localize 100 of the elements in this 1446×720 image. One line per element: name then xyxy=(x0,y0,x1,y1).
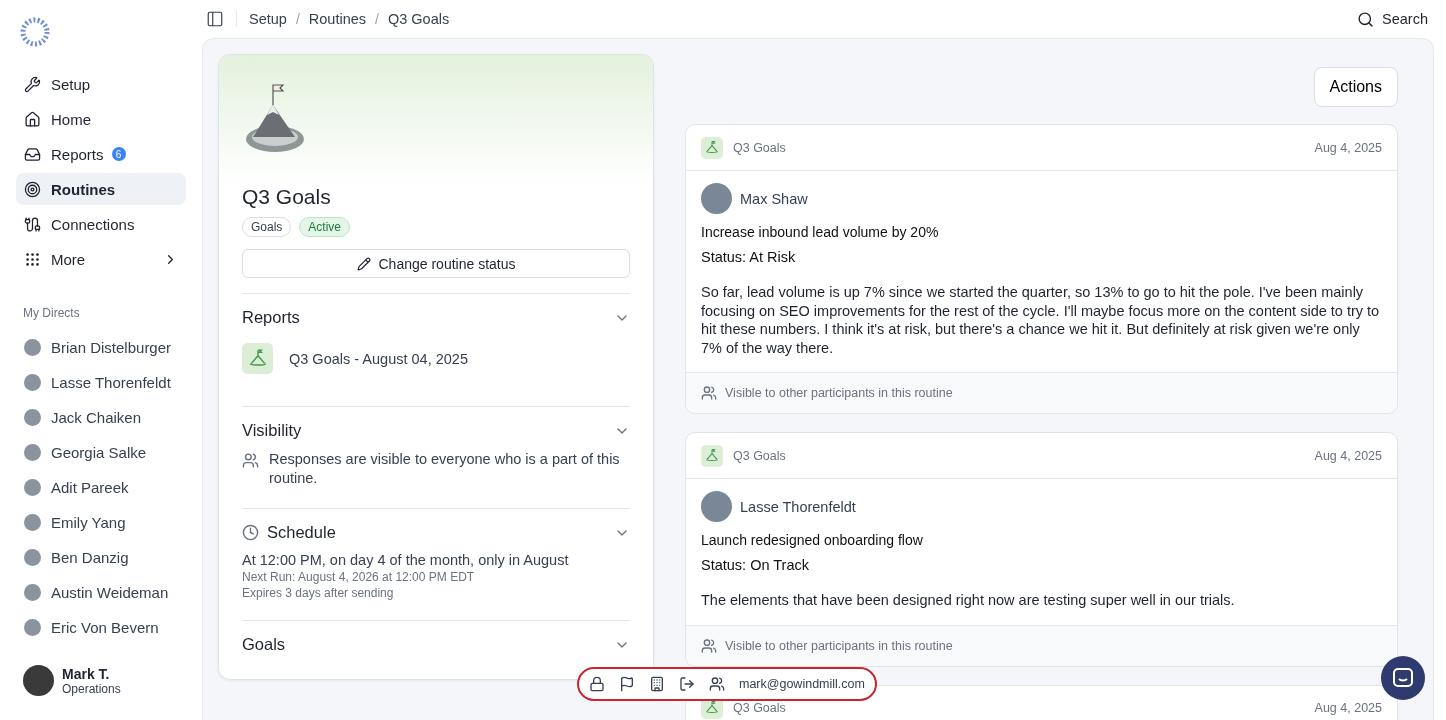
goal-status: Status: At Risk xyxy=(701,249,797,265)
account-email: mark@gowindmill.com xyxy=(739,677,865,691)
person-name: Lasse Thorenfeldt xyxy=(51,374,171,391)
type-tag: Goals xyxy=(242,217,292,237)
direct-report-item[interactable]: Georgia Salke xyxy=(16,435,186,470)
direct-report-item[interactable]: Emily Yang xyxy=(16,505,186,540)
logo-icon[interactable] xyxy=(19,16,51,48)
nav-item[interactable]: Setup xyxy=(16,68,186,100)
response-text: The elements that have been designed right now are testing super well in our trials. xyxy=(701,591,1236,610)
response-date: Aug 4, 2025 xyxy=(1314,448,1382,463)
count-badge: 6 xyxy=(111,147,126,161)
lock-icon[interactable] xyxy=(589,676,605,692)
people-icon xyxy=(701,637,717,654)
section-title: Reports xyxy=(242,308,301,327)
nav-icon xyxy=(24,215,41,233)
nav-item[interactable]: Connections xyxy=(16,208,186,240)
direct-report-item[interactable]: Lasse Thorenfeldt xyxy=(16,365,186,400)
response-date: Aug 4, 2025 xyxy=(1314,701,1382,716)
actions-button[interactable]: Actions xyxy=(1313,67,1398,107)
section-title: Schedule xyxy=(267,523,337,542)
breadcrumb-link[interactable]: Setup xyxy=(249,11,287,27)
avatar xyxy=(24,584,41,601)
person-name: Emily Yang xyxy=(51,514,126,531)
person-name: Jack Chaiken xyxy=(51,409,142,426)
goal-status: Status: On Track xyxy=(701,557,810,574)
section-title: Visibility xyxy=(242,421,303,440)
direct-report-item[interactable]: Jack Chaiken xyxy=(16,400,186,435)
pencil-icon xyxy=(356,256,371,271)
nav-label: Connections xyxy=(51,215,135,233)
person-name: Adit Pareek xyxy=(51,479,129,496)
person-name: Ben Danzig xyxy=(51,549,129,566)
person-name: Georgia Salke xyxy=(51,444,147,461)
chat-button[interactable] xyxy=(1381,656,1425,700)
direct-report-item[interactable]: Austin Weideman xyxy=(16,575,186,610)
author-name: Lasse Thorenfeldt xyxy=(740,498,856,515)
nav-icon xyxy=(24,145,41,163)
schedule-detail: Next Run: August 4, 2026 at 12:00 PM EDT xyxy=(242,570,476,584)
direct-report-item[interactable]: Ben Danzig xyxy=(16,540,186,575)
nav-item[interactable]: Reports 6 xyxy=(16,138,186,170)
routine-name: Q3 Goals xyxy=(733,140,787,155)
routine-title: Q3 Goals xyxy=(242,185,332,209)
goal-title: Launch redesigned onboarding flow xyxy=(701,532,924,549)
section-title: Goals xyxy=(242,635,287,654)
people-icon[interactable] xyxy=(709,676,725,692)
avatar xyxy=(24,514,41,531)
direct-report-item[interactable]: Adit Pareek xyxy=(16,470,186,505)
people-icon xyxy=(242,452,259,469)
sidebar-toggle-icon[interactable] xyxy=(206,10,224,28)
avatar xyxy=(24,409,41,426)
avatar xyxy=(701,491,732,523)
routine-name: Q3 Goals xyxy=(733,701,787,716)
breadcrumb-separator: / xyxy=(375,11,379,27)
nav-item[interactable]: Home xyxy=(16,103,186,135)
schedule-text: At 12:00 PM, on day 4 of the month, only in August xyxy=(242,552,570,568)
logout-icon[interactable] xyxy=(679,676,695,692)
nav-label: Home xyxy=(51,110,91,128)
nav-label: Reports xyxy=(51,145,104,163)
person-name: Eric Von Bevern xyxy=(51,619,159,636)
search-button[interactable]: Search xyxy=(1351,9,1434,29)
visibility-note: Visible to other participants in this routine xyxy=(725,386,953,401)
person-name: Brian Distelburger xyxy=(51,339,172,356)
search-icon xyxy=(1357,10,1375,28)
nav-icon xyxy=(24,180,41,198)
change-status-button[interactable]: Change routine status xyxy=(242,249,630,278)
avatar xyxy=(701,183,732,214)
user-avatar[interactable] xyxy=(23,665,54,696)
chat-icon xyxy=(1392,667,1414,689)
avatar xyxy=(24,339,41,356)
nav-icon xyxy=(24,75,41,93)
response-date: Aug 4, 2025 xyxy=(1314,140,1382,155)
person-name: Austin Weideman xyxy=(51,584,169,601)
flag-icon[interactable] xyxy=(619,676,635,692)
people-icon xyxy=(701,385,717,402)
avatar xyxy=(24,479,41,496)
avatar xyxy=(24,619,41,636)
nav-icon xyxy=(24,110,41,128)
direct-report-item[interactable]: Eric Von Bevern xyxy=(16,610,186,645)
breadcrumb-link[interactable]: Q3 Goals xyxy=(387,11,450,27)
goal-title: Increase inbound lead volume by 20% xyxy=(701,224,940,240)
building-icon[interactable] xyxy=(649,676,665,692)
breadcrumb-separator: / xyxy=(295,11,300,27)
report-link[interactable]: Q3 Goals - August 04, 2025 xyxy=(289,350,468,367)
avatar xyxy=(24,374,41,391)
avatar xyxy=(24,444,41,461)
schedule-detail: Expires 3 days after sending xyxy=(242,586,395,600)
visibility-note: Visible to other participants in this routine xyxy=(725,638,953,653)
breadcrumb-link[interactable]: Routines xyxy=(308,11,367,27)
nav-item[interactable]: Routines xyxy=(16,173,186,205)
nav-label: Setup xyxy=(51,75,91,93)
section-heading: My Directs xyxy=(23,306,81,320)
clock-icon xyxy=(242,524,259,541)
nav-label: More xyxy=(51,250,86,268)
user-role: Operations xyxy=(62,681,121,696)
user-name: Mark T. xyxy=(62,665,111,682)
visibility-text: Responses are visible to everyone who is a part of this routine. xyxy=(269,450,621,488)
nav-item[interactable]: More xyxy=(16,243,186,275)
nav-icon xyxy=(24,250,41,268)
response-text: So far, lead volume is up 7% since we started the quarter, so 13% to go to hit the pole. I've been mainly focusing on SEO improvements for the rest of the cycle. I'll maybe focus more on the content side to try to hit these numbers. I think it's at risk, but there's a chance we hit it. But definitely at risk given we're only 7% of the way there. xyxy=(701,283,1381,358)
status-tag: Active xyxy=(299,217,351,237)
direct-report-item[interactable]: Brian Distelburger xyxy=(16,330,186,365)
